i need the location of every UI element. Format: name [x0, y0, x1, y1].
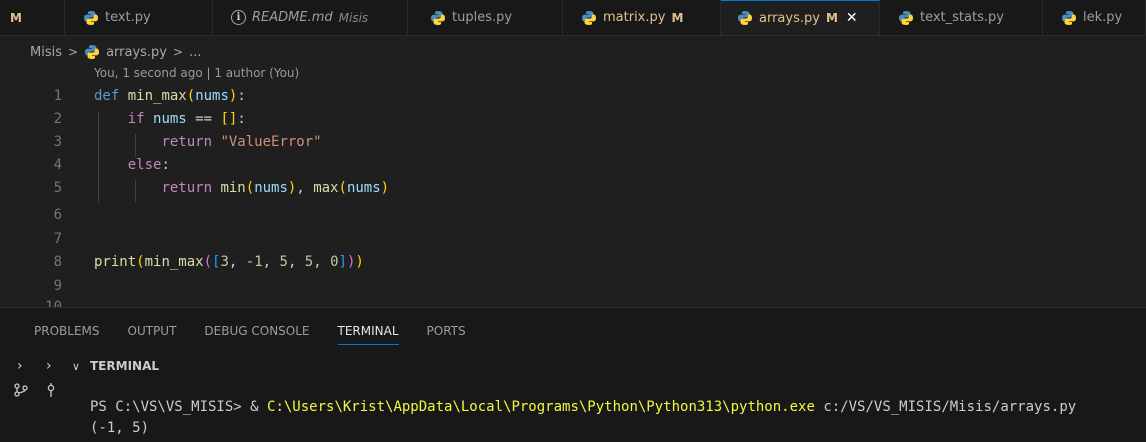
python-icon — [1062, 10, 1076, 25]
python-icon — [582, 10, 596, 25]
terminal-script-path: c:/VS/VS_MISIS/Misis/arrays.py — [814, 399, 1077, 415]
panel-tabs: PROBLEMS OUTPUT DEBUG CONSOLE TERMINAL P… — [20, 316, 480, 346]
python-icon — [899, 10, 913, 25]
modified-badge: M — [10, 10, 22, 25]
code-line: 5 return min(nums), max(nums) — [0, 177, 1146, 200]
breadcrumb-file[interactable]: arrays.py — [106, 45, 167, 60]
git-commit-icon[interactable] — [43, 382, 59, 402]
code-line: 2 if nums == []: — [0, 108, 1146, 131]
terminal-command-line[interactable]: PS C:\VS\VS_MISIS> & C:\Users\Krist\AppD… — [90, 399, 1076, 415]
editor-tab-bar: M text.py i README.md Misis tuples.py ma… — [0, 0, 1146, 36]
python-icon — [85, 45, 100, 59]
terminal-output-line[interactable]: (-1, 5) — [90, 420, 149, 436]
tab-problems[interactable]: PROBLEMS — [20, 316, 114, 346]
code-text: print(min_max([3, -1, 5, 5, 0])) — [94, 254, 364, 270]
tab-text-stats-py[interactable]: text_stats.py — [880, 0, 1043, 35]
breadcrumb-more[interactable]: ... — [189, 45, 201, 60]
line-number: 5 — [53, 180, 62, 196]
terminal-section-title: TERMINAL — [90, 359, 160, 373]
code-line: 6 — [0, 204, 1146, 227]
tab-label: tuples.py — [452, 10, 513, 25]
terminal-exe-path: C:\Users\Krist\AppData\Local\Programs\Py… — [267, 399, 815, 415]
terminal-prompt: PS C:\VS\VS_MISIS> & — [90, 399, 268, 415]
chevron-right-icon: > — [173, 45, 184, 59]
line-number: 7 — [53, 231, 62, 247]
code-text: def min_max(nums): — [94, 88, 246, 104]
terminal-section-header[interactable]: › › ∨ TERMINAL — [0, 356, 1146, 376]
tab-tuples-py[interactable]: tuples.py — [408, 0, 563, 35]
tab-readme[interactable]: i README.md Misis — [213, 0, 408, 35]
line-number: 6 — [53, 207, 62, 223]
code-line: 9 — [0, 275, 1146, 298]
tab-label: text_stats.py — [920, 10, 1004, 25]
line-number: 1 — [53, 88, 62, 104]
code-text: return "ValueError" — [161, 134, 322, 150]
modified-badge: M — [825, 11, 838, 25]
breadcrumb: Misis > arrays.py > ... — [30, 42, 201, 62]
python-icon — [84, 10, 98, 25]
tab-label: matrix.py — [603, 10, 666, 25]
code-text: else: — [127, 157, 170, 173]
code-line: 8 print(min_max([3, -1, 5, 5, 0])) — [0, 251, 1146, 274]
breadcrumb-folder[interactable]: Misis — [30, 45, 62, 60]
line-number: 4 — [53, 157, 62, 173]
info-icon: i — [231, 10, 246, 25]
line-number: 10 — [45, 299, 62, 307]
codelens-blame[interactable]: You, 1 second ago | 1 author (You) — [94, 66, 299, 80]
close-icon[interactable]: ✕ — [846, 10, 858, 26]
code-line: 3 return "ValueError" — [0, 131, 1146, 154]
code-line: 10 — [0, 296, 1146, 307]
source-control-icon[interactable] — [13, 382, 29, 402]
chevron-right-icon[interactable]: › — [17, 358, 23, 374]
tab-label: README.md — [252, 10, 333, 25]
tab-arrays-py[interactable]: arrays.py M ✕ — [721, 0, 880, 35]
tab-terminal[interactable]: TERMINAL — [324, 316, 413, 346]
tab-label: text.py — [105, 10, 151, 25]
tab-folder-hint: Misis — [338, 10, 369, 25]
code-text: if nums == []: — [127, 111, 246, 127]
line-number: 8 — [53, 254, 62, 270]
code-text: return min(nums), max(nums) — [161, 180, 390, 196]
tab-label: arrays.py — [759, 10, 820, 26]
line-number: 9 — [53, 278, 62, 294]
tab-label: lek.py — [1083, 10, 1123, 25]
tab-output[interactable]: OUTPUT — [114, 316, 191, 346]
tab-text-py[interactable]: text.py — [65, 0, 213, 35]
line-number: 3 — [53, 134, 62, 150]
code-line: 7 — [0, 228, 1146, 251]
tab-debug-console[interactable]: DEBUG CONSOLE — [190, 316, 323, 346]
chevron-right-icon: > — [68, 45, 79, 59]
modified-badge: M — [671, 10, 684, 25]
code-line: 4 else: — [0, 154, 1146, 177]
code-line: 1 def min_max(nums): — [0, 85, 1146, 108]
tab-matrix-py[interactable]: matrix.py M — [563, 0, 721, 35]
tab-lek-py[interactable]: lek.py — [1043, 0, 1146, 35]
bottom-panel: PROBLEMS OUTPUT DEBUG CONSOLE TERMINAL P… — [0, 307, 1146, 442]
chevron-right-icon[interactable]: › — [46, 358, 52, 374]
chevron-down-icon[interactable]: ∨ — [72, 360, 80, 373]
tab-ports[interactable]: PORTS — [413, 316, 480, 346]
python-icon — [738, 11, 752, 25]
line-number: 2 — [53, 111, 62, 127]
python-icon — [431, 10, 445, 25]
tab-source-control[interactable]: M — [0, 0, 65, 35]
